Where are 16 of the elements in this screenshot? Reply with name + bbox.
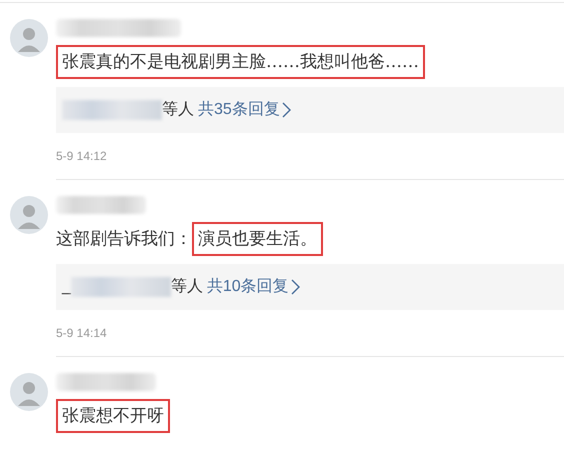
reply-prefix: _ bbox=[62, 277, 71, 297]
chevron-right-icon[interactable] bbox=[290, 279, 300, 295]
replies-link[interactable]: 共10条回复 bbox=[206, 275, 289, 299]
avatar[interactable] bbox=[10, 196, 48, 234]
highlighted-comment-text: 张震想不开呀 bbox=[56, 399, 170, 433]
comment-text: 这部剧告诉我们： bbox=[56, 229, 192, 249]
comment-time: 5-9 14:14 bbox=[56, 325, 108, 342]
highlighted-comment-text: 张震真的不是电视剧男主脸……我想叫他爸…… bbox=[56, 45, 425, 79]
comment-time: 5-9 14:12 bbox=[56, 148, 108, 165]
highlighted-comment-text: 演员也要生活。 bbox=[192, 222, 323, 256]
chevron-right-icon[interactable] bbox=[282, 102, 291, 118]
avatar[interactable] bbox=[10, 19, 48, 57]
reply-users: 等人 bbox=[162, 100, 194, 120]
avatar[interactable] bbox=[10, 373, 48, 411]
reply-users: 等人 bbox=[170, 277, 203, 297]
replies-link[interactable]: 共35条回复 bbox=[198, 98, 280, 122]
